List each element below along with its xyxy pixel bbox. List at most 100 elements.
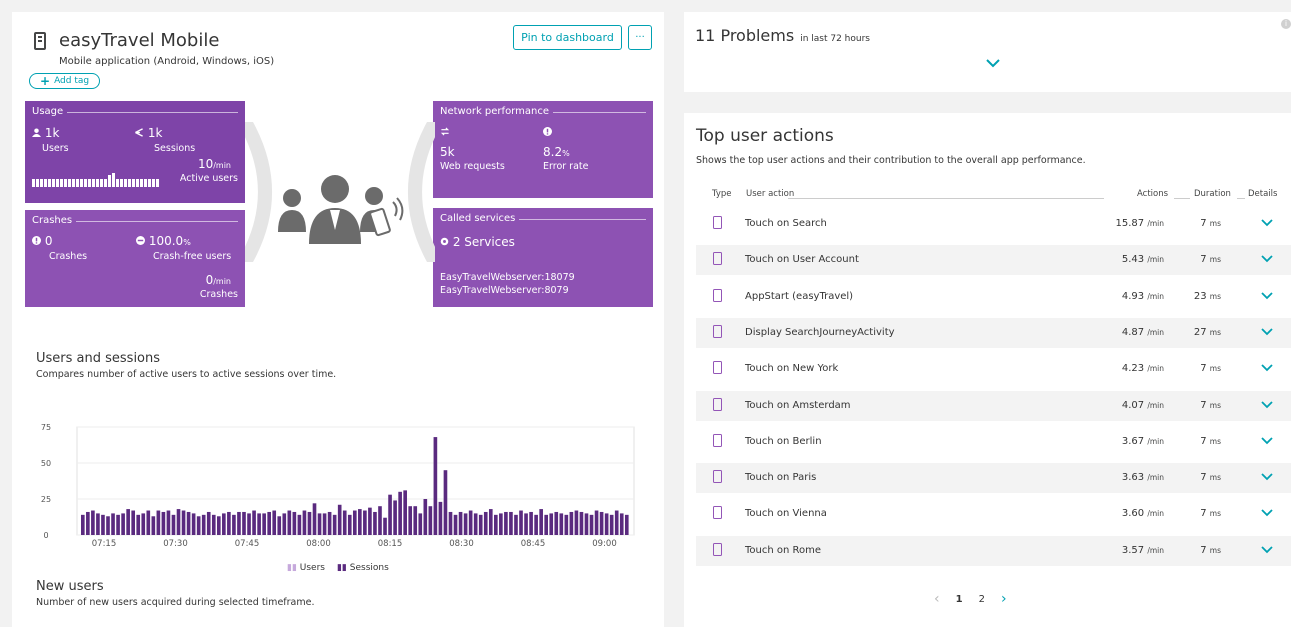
action-duration: 7 ms: [1200, 508, 1221, 520]
table-row[interactable]: Touch on Vienna 3.60 /min 7 ms: [696, 499, 1291, 529]
column-header-action[interactable]: User action: [746, 189, 794, 199]
action-name[interactable]: Touch on Rome: [745, 545, 821, 556]
new-users-subtitle: Number of new users acquired during sele…: [36, 597, 315, 608]
action-name[interactable]: Touch on Search: [745, 218, 827, 229]
action-name[interactable]: Touch on Berlin: [745, 436, 822, 447]
x-tick-label: 07:45: [235, 539, 260, 547]
sessions-bar: [292, 511, 297, 535]
page-1-link[interactable]: 1: [956, 594, 963, 605]
alert-icon: [32, 236, 41, 245]
sessions-bar: [267, 511, 271, 535]
sessions-bar: [96, 513, 100, 535]
sessions-bar: [614, 510, 619, 535]
sessions-bar: [146, 510, 151, 535]
called-services-tile[interactable]: Called services 2 Services EasyTravelWeb…: [433, 208, 653, 307]
pin-to-dashboard-button[interactable]: Pin to dashboard: [513, 25, 622, 50]
info-icon[interactable]: i: [1281, 19, 1291, 29]
sessions-bar: [534, 514, 538, 535]
action-name[interactable]: Display SearchJourneyActivity: [745, 327, 895, 338]
action-name[interactable]: Touch on User Account: [745, 254, 859, 265]
crashes-tile[interactable]: Crashes 0 Crashes 100.0% Crash-free user…: [25, 210, 245, 307]
sessions-bar: [222, 513, 226, 535]
chevron-down-icon[interactable]: [1261, 437, 1273, 445]
sessions-bar: [428, 506, 433, 535]
table-row[interactable]: Display SearchJourneyActivity 4.87 /min 27…: [696, 317, 1291, 348]
chevron-down-icon[interactable]: [1261, 328, 1273, 336]
sessions-bar: [121, 513, 125, 535]
sparkline-bar: [156, 179, 159, 187]
page-2-link[interactable]: 2: [979, 594, 985, 605]
problems-count[interactable]: 11 Problems in last 72 hours: [695, 26, 870, 45]
chevron-down-icon[interactable]: [1261, 509, 1273, 517]
sessions-bar: [363, 510, 367, 535]
chevron-down-icon[interactable]: [1261, 364, 1273, 372]
column-header-duration[interactable]: Duration: [1194, 189, 1231, 199]
table-row[interactable]: Touch on Rome 3.57 /min 7 ms: [696, 535, 1291, 566]
action-rate: 15.87 /min: [1115, 218, 1165, 229]
sessions-bar: [368, 507, 372, 535]
action-rate: 4.93 /min: [1121, 290, 1164, 302]
chevron-down-icon[interactable]: [1261, 291, 1273, 300]
legend-sessions[interactable]: ▮▮ Sessions: [337, 563, 389, 573]
users-sessions-chart[interactable]: 0 25 50 75 07:15 07:30 07:45 08:00 08:15 08:30 08:…: [32, 417, 642, 547]
sessions-bar: [342, 510, 347, 535]
service-item[interactable]: EasyTravelWebserver:18079: [440, 272, 575, 283]
plus-icon: +: [40, 74, 51, 88]
chevron-down-icon[interactable]: [1261, 473, 1273, 481]
app-overview-panel: easyTravel Mobile Mobile application (An…: [12, 12, 664, 627]
chevron-down-icon[interactable]: [985, 58, 1001, 68]
column-header-details[interactable]: Details: [1248, 189, 1277, 199]
sparkline-bar: [56, 179, 59, 187]
sessions-bar: [544, 514, 549, 535]
sparkline-bar: [136, 179, 139, 187]
next-page-icon[interactable]: ›: [1001, 591, 1007, 607]
column-header-actions[interactable]: Actions: [1137, 189, 1168, 199]
chevron-down-icon[interactable]: [1261, 400, 1273, 409]
x-tick-label: 08:00: [306, 539, 331, 547]
usage-tile[interactable]: Usage 1k Users 1k Sessions 10/min Active…: [25, 101, 245, 203]
action-rate: 4.23 /min: [1121, 363, 1164, 375]
mobile-action-icon: [713, 288, 722, 302]
action-name[interactable]: Touch on New York: [745, 363, 838, 374]
sparkline-bar: [112, 173, 115, 187]
chevron-down-icon[interactable]: [1261, 546, 1273, 554]
chevron-down-icon[interactable]: [1261, 255, 1273, 263]
sessions-bar: [584, 513, 589, 535]
pagination: ‹ 1 2 ›: [934, 591, 1007, 607]
table-row[interactable]: Touch on New York 4.23 /min 7 ms: [696, 354, 1291, 384]
action-name[interactable]: Touch on Vienna: [745, 508, 827, 519]
sessions-bar: [181, 510, 186, 535]
sessions-bar: [131, 510, 136, 535]
sessions-bar: [418, 513, 423, 535]
previous-page-icon[interactable]: ‹: [934, 591, 940, 607]
services-title: Called services: [440, 213, 516, 224]
sparkline-bar: [40, 179, 43, 187]
sessions-bar: [574, 510, 579, 535]
table-row[interactable]: Touch on Amsterdam 4.07 /min 7 ms: [696, 390, 1291, 421]
table-row[interactable]: Touch on Search 15.87 /min 7 ms: [696, 209, 1291, 239]
sessions-bar: [156, 510, 161, 535]
legend-users[interactable]: ▮▮ Users: [287, 563, 325, 573]
table-row[interactable]: AppStart (easyTravel) 4.93 /min 23 ms: [696, 282, 1291, 312]
crash-free-stat: 100.0%: [136, 234, 191, 248]
action-name[interactable]: Touch on Amsterdam: [745, 400, 851, 411]
sessions-bar: [443, 470, 448, 535]
users-sessions-title: Users and sessions: [36, 351, 161, 366]
table-row[interactable]: Touch on User Account 5.43 /min 7 ms: [696, 245, 1291, 276]
mobile-action-icon: [713, 433, 722, 447]
more-options-button[interactable]: ···: [628, 25, 652, 50]
service-item[interactable]: EasyTravelWebserver:8079: [440, 285, 569, 296]
table-row[interactable]: Touch on Berlin 3.67 /min 7 ms: [696, 427, 1291, 457]
chevron-down-icon[interactable]: [1261, 219, 1273, 227]
action-name[interactable]: AppStart (easyTravel): [745, 291, 853, 302]
sparkline-bar: [92, 179, 95, 187]
sessions-bar: [171, 514, 176, 535]
action-name[interactable]: Touch on Paris: [745, 472, 816, 483]
network-performance-tile[interactable]: Network performance 5k Web requests 8.2%…: [433, 101, 653, 198]
mobile-action-icon: [713, 470, 722, 484]
column-header-type[interactable]: Type: [712, 189, 732, 199]
add-tag-button[interactable]: + Add tag: [29, 73, 101, 89]
table-row[interactable]: Touch on Paris 3.63 /min 7 ms: [696, 463, 1291, 494]
sparkline-bar: [144, 179, 147, 187]
action-rate: 3.63 /min: [1121, 472, 1164, 484]
